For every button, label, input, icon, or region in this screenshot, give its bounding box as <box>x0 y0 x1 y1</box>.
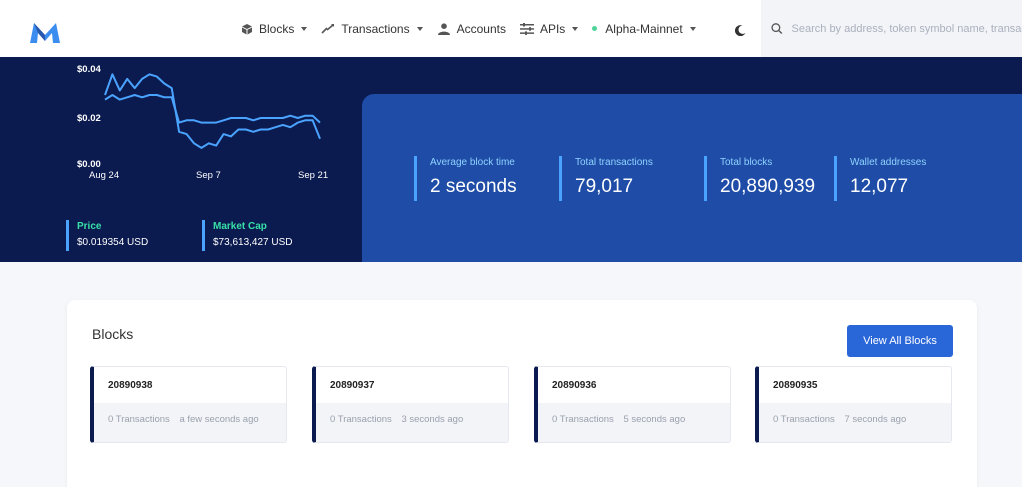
search-icon <box>771 23 783 35</box>
chevron-down-icon <box>301 26 308 31</box>
stat-value: 12,077 <box>850 176 909 197</box>
nav-apis[interactable]: APIs <box>519 21 579 36</box>
market-cap-stat: Market Cap $73,613,427 USD <box>202 220 293 251</box>
stat-total-transactions: Total transactions 79,017 <box>559 156 653 201</box>
cube-icon <box>242 23 252 34</box>
nav-apis-label: APIs <box>539 21 566 36</box>
block-meta: 0 Transactions 5 seconds ago <box>538 403 730 442</box>
blocks-title: Blocks <box>92 326 134 342</box>
nav-accounts-label: Accounts <box>456 21 506 36</box>
block-age: a few seconds ago <box>179 414 259 425</box>
nav-blocks-label: Blocks <box>259 21 295 36</box>
price-stat: Price $0.019354 USD <box>66 220 148 251</box>
market-cap-label: Market Cap <box>213 221 267 232</box>
moon-icon[interactable] <box>735 25 746 36</box>
top-navbar: Blocks Transactions Accounts APIs Alpha-… <box>0 0 1022 57</box>
network-label: Alpha-Mainnet <box>605 21 683 36</box>
block-meta: 0 Transactions 3 seconds ago <box>316 403 508 442</box>
hero-section: $0.04 $0.02 $0.00 Aug 24 Sep 7 Sep 21 Pr… <box>0 57 1022 262</box>
network-status-dot <box>592 26 598 31</box>
stat-average-block-time: Average block time 2 seconds <box>414 156 517 201</box>
transfer-icon <box>321 23 335 34</box>
stat-label: Wallet addresses <box>850 157 927 168</box>
block-number[interactable]: 20890938 <box>108 380 153 391</box>
market-cap-value: $73,613,427 USD <box>213 237 293 248</box>
nav-accounts[interactable]: Accounts <box>437 22 506 36</box>
x-tick-label: Sep 7 <box>196 170 221 181</box>
network-selector[interactable]: Alpha-Mainnet <box>592 21 696 36</box>
user-icon <box>437 22 450 35</box>
x-tick-label: Sep 21 <box>298 170 329 181</box>
stat-label: Average block time <box>430 157 515 168</box>
block-tile[interactable]: 20890937 0 Transactions 3 seconds ago <box>312 366 509 443</box>
block-number[interactable]: 20890936 <box>552 380 597 391</box>
logo-icon[interactable] <box>28 21 62 45</box>
stat-label: Total transactions <box>575 157 653 168</box>
chevron-down-icon <box>689 26 696 31</box>
block-number[interactable]: 20890937 <box>330 380 375 391</box>
x-tick-label: Aug 24 <box>89 170 120 181</box>
stat-total-blocks: Total blocks 20,890,939 <box>704 156 815 201</box>
block-tx-count: 0 Transactions <box>108 414 170 425</box>
blocks-card: Blocks View All Blocks 20890938 0 Transa… <box>67 300 977 487</box>
chevron-down-icon <box>572 26 579 31</box>
sliders-icon <box>519 22 534 35</box>
view-all-blocks-button[interactable]: View All Blocks <box>847 325 953 357</box>
block-meta: 0 Transactions 7 seconds ago <box>759 403 951 442</box>
chevron-down-icon <box>416 26 423 31</box>
stat-value: 20,890,939 <box>720 176 816 197</box>
y-tick-label: $0.04 <box>77 64 101 75</box>
price-series-line-1 <box>104 73 321 149</box>
stat-value: 79,017 <box>575 176 634 197</box>
price-series-line-2 <box>104 94 321 124</box>
nav-blocks[interactable]: Blocks <box>241 21 308 36</box>
nav-menu: Blocks Transactions Accounts APIs Alpha-… <box>241 0 710 57</box>
nav-transactions[interactable]: Transactions <box>321 21 423 36</box>
price-chart <box>104 73 321 149</box>
block-tx-count: 0 Transactions <box>773 414 835 425</box>
block-tile[interactable]: 20890938 0 Transactions a few seconds ag… <box>90 366 287 443</box>
price-label: Price <box>77 221 102 232</box>
stat-label: Total blocks <box>720 157 773 168</box>
search-input[interactable] <box>791 22 1022 35</box>
network-stats-panel: Average block time 2 seconds Total trans… <box>362 94 1022 262</box>
block-age: 5 seconds ago <box>623 414 686 425</box>
block-tile[interactable]: 20890935 0 Transactions 7 seconds ago <box>755 366 952 443</box>
block-tile[interactable]: 20890936 0 Transactions 5 seconds ago <box>534 366 731 443</box>
block-age: 3 seconds ago <box>401 414 464 425</box>
stat-wallet-addresses: Wallet addresses 12,077 <box>834 156 926 201</box>
stat-value: 2 seconds <box>430 176 517 197</box>
y-tick-label: $0.02 <box>77 113 101 124</box>
block-meta: 0 Transactions a few seconds ago <box>94 403 286 442</box>
block-tx-count: 0 Transactions <box>330 414 392 425</box>
block-tx-count: 0 Transactions <box>552 414 614 425</box>
block-age: 7 seconds ago <box>844 414 907 425</box>
nav-transactions-label: Transactions <box>341 21 410 36</box>
block-number[interactable]: 20890935 <box>773 380 818 391</box>
y-tick-label: $0.00 <box>77 159 101 170</box>
price-value: $0.019354 USD <box>77 237 149 248</box>
search-bar <box>761 0 1022 57</box>
